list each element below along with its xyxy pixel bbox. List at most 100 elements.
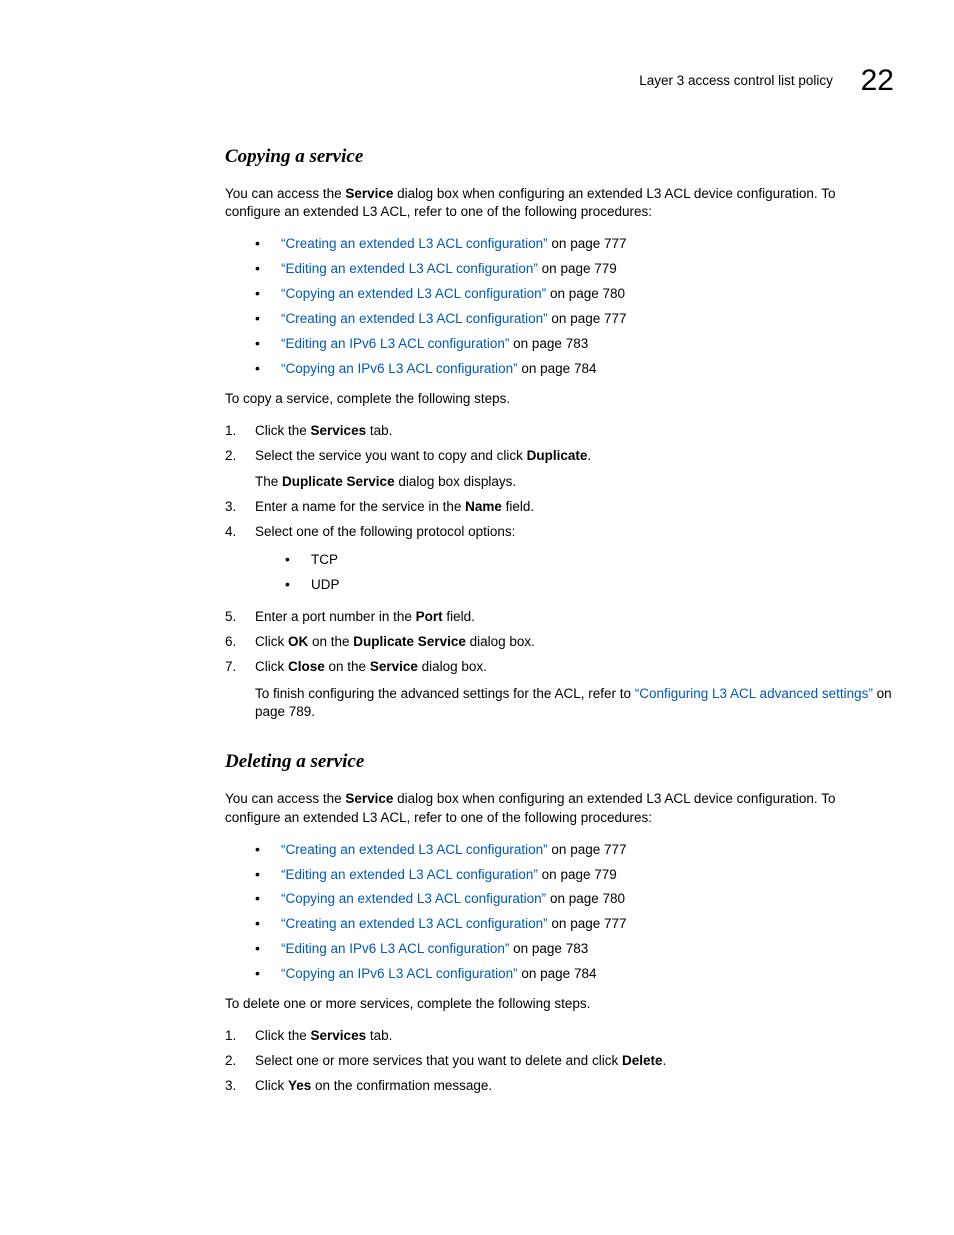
xref-link[interactable]: “Copying an extended L3 ACL configuratio… <box>281 286 546 301</box>
bold-close: Close <box>288 659 325 674</box>
bold-service: Service <box>345 791 393 806</box>
text: . <box>662 1053 666 1068</box>
text: tab. <box>366 1028 392 1043</box>
list-item: “Copying an IPv6 L3 ACL configuration” o… <box>225 962 894 987</box>
text: Select the service you want to copy and … <box>255 448 527 463</box>
text: on the confirmation message. <box>311 1078 492 1093</box>
list-item: “Editing an extended L3 ACL configuratio… <box>225 257 894 282</box>
intro-paragraph: You can access the Service dialog box wh… <box>225 790 894 828</box>
text: You can access the <box>225 186 345 201</box>
list-item: “Editing an extended L3 ACL configuratio… <box>225 863 894 888</box>
bold-services: Services <box>311 1028 367 1043</box>
text: Enter a port number in the <box>255 609 416 624</box>
protocol-options: TCP UDP <box>255 548 894 598</box>
bold-duplicate-service: Duplicate Service <box>282 474 395 489</box>
running-header: Layer 3 access control list policy 22 <box>639 60 894 102</box>
bold-delete: Delete <box>622 1053 663 1068</box>
text: To finish configuring the advanced setti… <box>255 686 635 701</box>
list-item: “Creating an extended L3 ACL configurati… <box>225 912 894 937</box>
xref-link[interactable]: “Copying an IPv6 L3 ACL configuration” <box>281 966 518 981</box>
text: on page 777 <box>548 916 627 931</box>
text: on page 777 <box>548 311 627 326</box>
xref-list: “Creating an extended L3 ACL configurati… <box>225 232 894 381</box>
text: Click the <box>255 1028 311 1043</box>
xref-link[interactable]: “Configuring L3 ACL advanced settings” <box>635 686 873 701</box>
text: on page 783 <box>509 336 588 351</box>
list-item: TCP <box>255 548 894 573</box>
intro-paragraph: You can access the Service dialog box wh… <box>225 185 894 223</box>
xref-link[interactable]: “Copying an extended L3 ACL configuratio… <box>281 891 546 906</box>
running-title: Layer 3 access control list policy <box>639 72 833 91</box>
step: Click Yes on the confirmation message. <box>225 1074 894 1099</box>
bold-service: Service <box>370 659 418 674</box>
step: Click the Services tab. <box>225 1024 894 1049</box>
text: Select one or more services that you wan… <box>255 1053 622 1068</box>
xref-link[interactable]: “Editing an extended L3 ACL configuratio… <box>281 261 538 276</box>
bold-yes: Yes <box>288 1078 311 1093</box>
list-item: “Editing an IPv6 L3 ACL configuration” o… <box>225 332 894 357</box>
list-item: “Creating an extended L3 ACL configurati… <box>225 232 894 257</box>
xref-list: “Creating an extended L3 ACL configurati… <box>225 838 894 987</box>
text: on the <box>325 659 370 674</box>
text: on the <box>308 634 353 649</box>
text: field. <box>443 609 475 624</box>
bold-ok: OK <box>288 634 308 649</box>
xref-link[interactable]: “Creating an extended L3 ACL configurati… <box>281 916 548 931</box>
text: You can access the <box>225 791 345 806</box>
step-body: The Duplicate Service dialog box display… <box>255 473 894 492</box>
xref-link[interactable]: “Editing an extended L3 ACL configuratio… <box>281 867 538 882</box>
text: Select one of the following protocol opt… <box>255 524 515 539</box>
text: dialog box. <box>466 634 535 649</box>
step: Enter a port number in the Port field. <box>225 605 894 630</box>
bold-duplicate: Duplicate <box>527 448 588 463</box>
xref-link[interactable]: “Creating an extended L3 ACL configurati… <box>281 311 548 326</box>
bold-duplicate-service: Duplicate Service <box>353 634 466 649</box>
page-content: Copying a service You can access the Ser… <box>225 144 894 1099</box>
xref-link[interactable]: “Creating an extended L3 ACL configurati… <box>281 236 548 251</box>
chapter-number: 22 <box>861 60 894 102</box>
bold-services: Services <box>311 423 367 438</box>
step: Click Close on the Service dialog box. T… <box>225 655 894 726</box>
text: Enter a name for the service in the <box>255 499 465 514</box>
text: tab. <box>366 423 392 438</box>
list-item: UDP <box>255 573 894 598</box>
bold-port: Port <box>416 609 443 624</box>
text: on page 783 <box>509 941 588 956</box>
list-item: “Copying an IPv6 L3 ACL configuration” o… <box>225 357 894 382</box>
text: Click <box>255 634 288 649</box>
text: on page 784 <box>518 361 597 376</box>
lead-in: To copy a service, complete the followin… <box>225 390 894 409</box>
text: dialog box displays. <box>395 474 517 489</box>
heading-copying-service: Copying a service <box>225 144 894 171</box>
step-body: To finish configuring the advanced setti… <box>255 685 894 723</box>
text: on page 777 <box>548 236 627 251</box>
xref-link[interactable]: “Editing an IPv6 L3 ACL configuration” <box>281 941 509 956</box>
text: Click the <box>255 423 311 438</box>
step: Click the Services tab. <box>225 419 894 444</box>
xref-link[interactable]: “Copying an IPv6 L3 ACL configuration” <box>281 361 518 376</box>
step: Click OK on the Duplicate Service dialog… <box>225 630 894 655</box>
steps-list: Click the Services tab. Select the servi… <box>225 419 894 726</box>
text: on page 784 <box>518 966 597 981</box>
list-item: “Creating an extended L3 ACL configurati… <box>225 307 894 332</box>
steps-list: Click the Services tab. Select one or mo… <box>225 1024 894 1099</box>
xref-link[interactable]: “Creating an extended L3 ACL configurati… <box>281 842 548 857</box>
text: on page 779 <box>538 867 617 882</box>
step: Enter a name for the service in the Name… <box>225 495 894 520</box>
text: field. <box>502 499 534 514</box>
list-item: “Editing an IPv6 L3 ACL configuration” o… <box>225 937 894 962</box>
bold-name: Name <box>465 499 502 514</box>
list-item: “Copying an extended L3 ACL configuratio… <box>225 887 894 912</box>
bold-service: Service <box>345 186 393 201</box>
lead-in: To delete one or more services, complete… <box>225 995 894 1014</box>
text: The <box>255 474 282 489</box>
text: dialog box. <box>418 659 487 674</box>
list-item: “Creating an extended L3 ACL configurati… <box>225 838 894 863</box>
text: on page 780 <box>546 891 625 906</box>
page: Layer 3 access control list policy 22 Co… <box>0 0 954 1235</box>
text: on page 777 <box>548 842 627 857</box>
xref-link[interactable]: “Editing an IPv6 L3 ACL configuration” <box>281 336 509 351</box>
step: Select one or more services that you wan… <box>225 1049 894 1074</box>
list-item: “Copying an extended L3 ACL configuratio… <box>225 282 894 307</box>
text: on page 779 <box>538 261 617 276</box>
